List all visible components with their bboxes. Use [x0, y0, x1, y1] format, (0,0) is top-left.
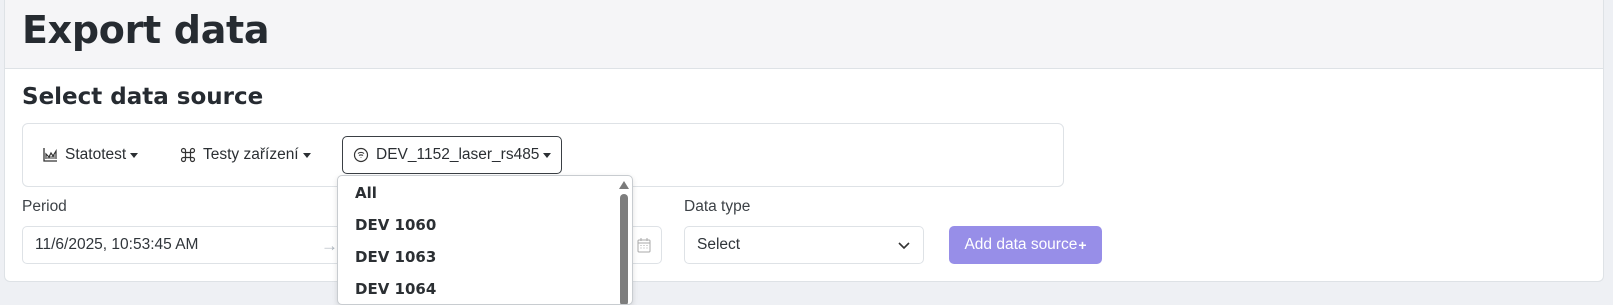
chart-icon: [42, 147, 58, 163]
scroll-up-arrow-icon[interactable]: [619, 181, 629, 189]
source-testy-button[interactable]: Testy zařízení: [169, 136, 322, 174]
section-title: Select data source: [22, 84, 264, 110]
data-type-value: Select: [697, 236, 741, 253]
calendar-icon[interactable]: [637, 237, 651, 258]
device-dropdown-menu: All DEV 1060 DEV 1063 DEV 1064: [337, 175, 633, 305]
dropdown-item[interactable]: DEV 1060: [355, 216, 436, 234]
dropdown-item-all[interactable]: All: [355, 184, 377, 202]
period-start-value[interactable]: 11/6/2025, 10:53:45 AM: [35, 236, 325, 254]
chevron-down-icon: [897, 239, 911, 257]
add-data-source-label: Add data source: [964, 236, 1078, 253]
page-title: Export data: [22, 8, 270, 52]
export-page: Export data Select data source Statotest…: [4, 0, 1604, 282]
add-data-source-button[interactable]: Add data source +: [949, 226, 1102, 264]
caret-down-icon: [130, 152, 139, 158]
arrow-right-icon: →: [321, 236, 338, 255]
device-icon: [353, 147, 369, 163]
data-type-label: Data type: [684, 198, 751, 215]
caret-down-icon: [543, 152, 552, 158]
caret-down-icon: [302, 152, 311, 158]
page-header: Export data: [5, 0, 1603, 69]
period-label: Period: [22, 198, 67, 215]
source-statotest-label: Statotest: [65, 146, 127, 163]
dropdown-scrollbar[interactable]: [619, 176, 629, 304]
source-testy-label: Testy zařízení: [203, 146, 299, 163]
source-statotest-button[interactable]: Statotest: [31, 136, 149, 174]
plus-icon: +: [1078, 237, 1087, 253]
dropdown-item[interactable]: DEV 1063: [355, 248, 436, 266]
data-type-select[interactable]: Select: [684, 226, 924, 264]
dropdown-item[interactable]: DEV 1064: [355, 280, 436, 298]
source-device-button[interactable]: DEV_1152_laser_rs485: [342, 136, 563, 174]
command-icon: [180, 147, 196, 163]
scroll-thumb[interactable]: [620, 194, 628, 304]
source-device-label: DEV_1152_laser_rs485: [376, 146, 540, 163]
